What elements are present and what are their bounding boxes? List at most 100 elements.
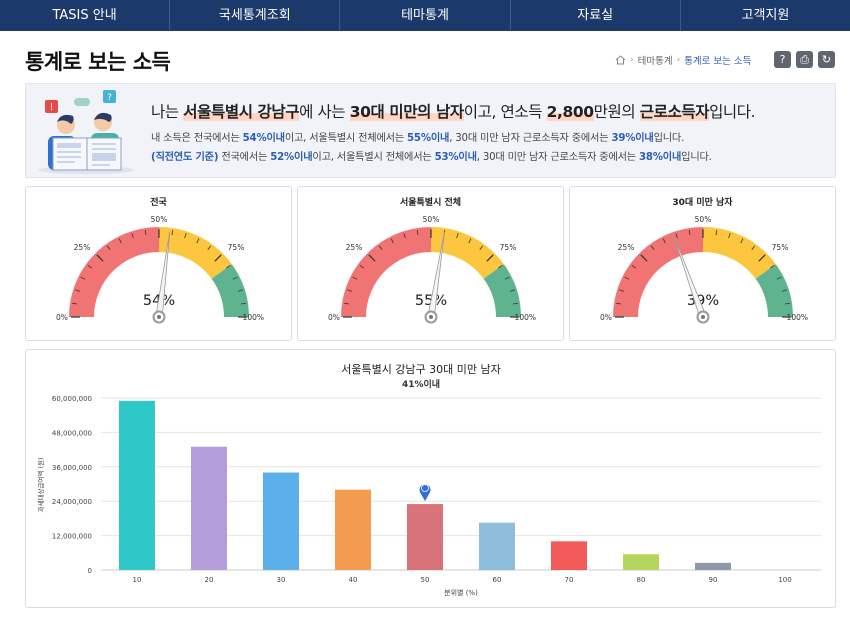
nav-tasis-info[interactable]: TASIS 안내	[0, 0, 171, 31]
gauge-card-group: 30대 미만 남자 0% 25% 50% 75% 100% 39%	[569, 186, 836, 341]
marker-head	[421, 484, 429, 492]
national-rank: 54%이내	[242, 133, 285, 144]
headline-group: 30대 미만의 남자	[349, 103, 464, 121]
svg-text:!: !	[49, 102, 53, 113]
help-button[interactable]: ?	[774, 51, 791, 68]
ranking-text: , 30대 미만 남자 근로소득자 중에서는	[476, 152, 640, 163]
x-tick-label: 80	[637, 576, 646, 584]
gauge-band-mid	[703, 227, 776, 279]
headline-text: 나는	[151, 103, 184, 121]
chart-bar[interactable]	[335, 489, 371, 570]
x-axis-label: 분위별 (%)	[444, 588, 478, 597]
gauge-tick-label: 50%	[695, 215, 712, 224]
y-tick-label: 48,000,000	[52, 429, 92, 437]
gauge-tick-label: 25%	[346, 243, 363, 252]
x-tick-label: 100	[778, 576, 791, 584]
gauge-tick-label: 75%	[228, 243, 245, 252]
gauge-tick-label: 0%	[328, 313, 340, 322]
y-tick-label: 24,000,000	[52, 498, 92, 506]
refresh-button[interactable]: ↻	[818, 51, 835, 68]
y-tick-label: 36,000,000	[52, 464, 92, 472]
income-summary-box: ! ? 나는 서울특별시 강남구에 사는 30대 미만의 남자이고, 연소득 2…	[25, 83, 836, 178]
chart-bar[interactable]	[479, 522, 515, 570]
headline-text: 입니다.	[709, 103, 756, 121]
gauge-value-label: 39%	[687, 293, 719, 309]
nav-support[interactable]: 고객지원	[681, 0, 850, 31]
gauge-tick-label: 100%	[515, 313, 536, 322]
gauge-tick-label: 50%	[423, 215, 440, 224]
x-tick-label: 30	[277, 576, 286, 584]
gauge-band-mid	[159, 227, 232, 279]
previous-year-tag: (직전연도 기준)	[151, 152, 219, 163]
national-rank-prev: 52%이내	[270, 152, 313, 163]
ranking-text: 입니다.	[681, 152, 712, 163]
refresh-icon: ↻	[821, 53, 832, 66]
gauge-tick-label: 100%	[243, 313, 264, 322]
breadcrumb-current[interactable]: 통계로 보는 소득	[684, 53, 751, 67]
ranking-text: 이고, 서울특별시 전체에서는	[284, 133, 408, 144]
headline-text: 이고, 연소득	[463, 103, 547, 121]
x-tick-label: 40	[349, 576, 358, 584]
x-tick-label: 60	[493, 576, 502, 584]
headline-text: 만원의	[593, 103, 640, 121]
help-icon: ?	[779, 53, 786, 66]
nav-library[interactable]: 자료실	[511, 0, 681, 31]
x-tick-label: 50	[421, 576, 430, 584]
gauge-needle-center	[429, 315, 433, 319]
svg-text:?: ?	[107, 93, 112, 103]
gauge-seoul: 0%25%50%75%100%55%	[328, 215, 536, 324]
income-distribution-bar-chart: 서울특별시 강남구 30대 미만 남자 41%이내 0 12,000,000 24,00…	[36, 363, 821, 597]
gauge-tick-label: 25%	[618, 243, 635, 252]
chart-bar[interactable]	[119, 400, 155, 570]
chart-bar[interactable]	[623, 554, 659, 570]
ranking-text: 전국에서는	[218, 152, 271, 163]
headline-income-type: 근로소득자	[639, 103, 710, 121]
x-tick-label: 20	[205, 576, 214, 584]
seoul-rank: 55%이내	[407, 133, 450, 144]
headline-region: 서울특별시 강남구	[183, 103, 300, 121]
gauge-card-national: 전국 0%25%50%75%100%54%	[25, 186, 292, 341]
print-button[interactable]: ⎙	[796, 51, 813, 68]
breadcrumb-theme-stats[interactable]: 테마통계	[638, 53, 673, 67]
chevron-right-icon: ›	[630, 55, 634, 65]
chart-bar[interactable]	[407, 504, 443, 570]
gauge-tick-label: 50%	[151, 215, 168, 224]
nav-tax-stats[interactable]: 국세통계조회	[170, 0, 341, 31]
chart-title: 서울특별시 강남구 30대 미만 남자	[341, 363, 501, 376]
previous-year-ranking: (직전연도 기준) 전국에서는 52%이내이고, 서울특별시 전체에서는 53%…	[151, 148, 712, 163]
group-rank: 39%이내	[611, 133, 654, 144]
group-rank-prev: 38%이내	[639, 152, 682, 163]
income-distribution-chart-card: 서울특별시 강남구 30대 미만 남자 41%이내 0 12,000,000 24,00…	[25, 349, 836, 608]
current-year-ranking: 내 소득은 전국에서는 54%이내이고, 서울특별시 전체에서는 55%이내, …	[151, 129, 684, 144]
y-axis-label: 과세대상급여액 (원)	[36, 458, 45, 513]
newspaper-reader-illustration: ! ?	[38, 90, 134, 174]
chevron-right-icon: ›	[676, 55, 681, 65]
chart-bar[interactable]	[695, 562, 731, 570]
gauge-tick-label: 100%	[787, 313, 808, 322]
income-headline: 나는 서울특별시 강남구에 사는 30대 미만의 남자이고, 연소득 2,800…	[151, 100, 756, 122]
ranking-text: 내 소득은 전국에서는	[151, 133, 243, 144]
nav-theme-stats[interactable]: 테마통계	[340, 0, 511, 31]
gauge-tick-label: 0%	[56, 313, 68, 322]
print-icon: ⎙	[800, 53, 809, 66]
gauge-national: 0%25%50%75%100%54%	[56, 215, 264, 324]
x-tick-label: 70	[565, 576, 574, 584]
gauge-group: 0% 25% 50% 75% 100% 39%	[600, 215, 808, 324]
breadcrumb: › 테마통계 › 통계로 보는 소득	[615, 53, 751, 67]
top-nav: TASIS 안내 국세통계조회 테마통계 자료실 고객지원	[0, 0, 850, 31]
chart-bar[interactable]	[551, 541, 587, 570]
y-tick-label: 60,000,000	[52, 395, 92, 403]
y-tick-label: 12,000,000	[52, 533, 92, 541]
x-tick-label: 90	[709, 576, 718, 584]
ranking-text: , 30대 미만 남자 근로소득자 중에서는	[449, 133, 612, 144]
y-tick-label: 0	[88, 567, 92, 575]
gauge-needle-center	[701, 315, 705, 319]
gauge-tick-label: 75%	[500, 243, 517, 252]
chart-bar[interactable]	[263, 472, 299, 570]
home-icon[interactable]	[615, 55, 626, 65]
seoul-rank-prev: 53%이내	[434, 152, 477, 163]
headline-income: 2,800	[546, 103, 594, 121]
chart-bar[interactable]	[191, 446, 227, 570]
gauge-card-seoul: 서울특별시 전체 0%25%50%75%100%55%	[297, 186, 564, 341]
chart-subtitle: 41%이내	[402, 378, 440, 390]
